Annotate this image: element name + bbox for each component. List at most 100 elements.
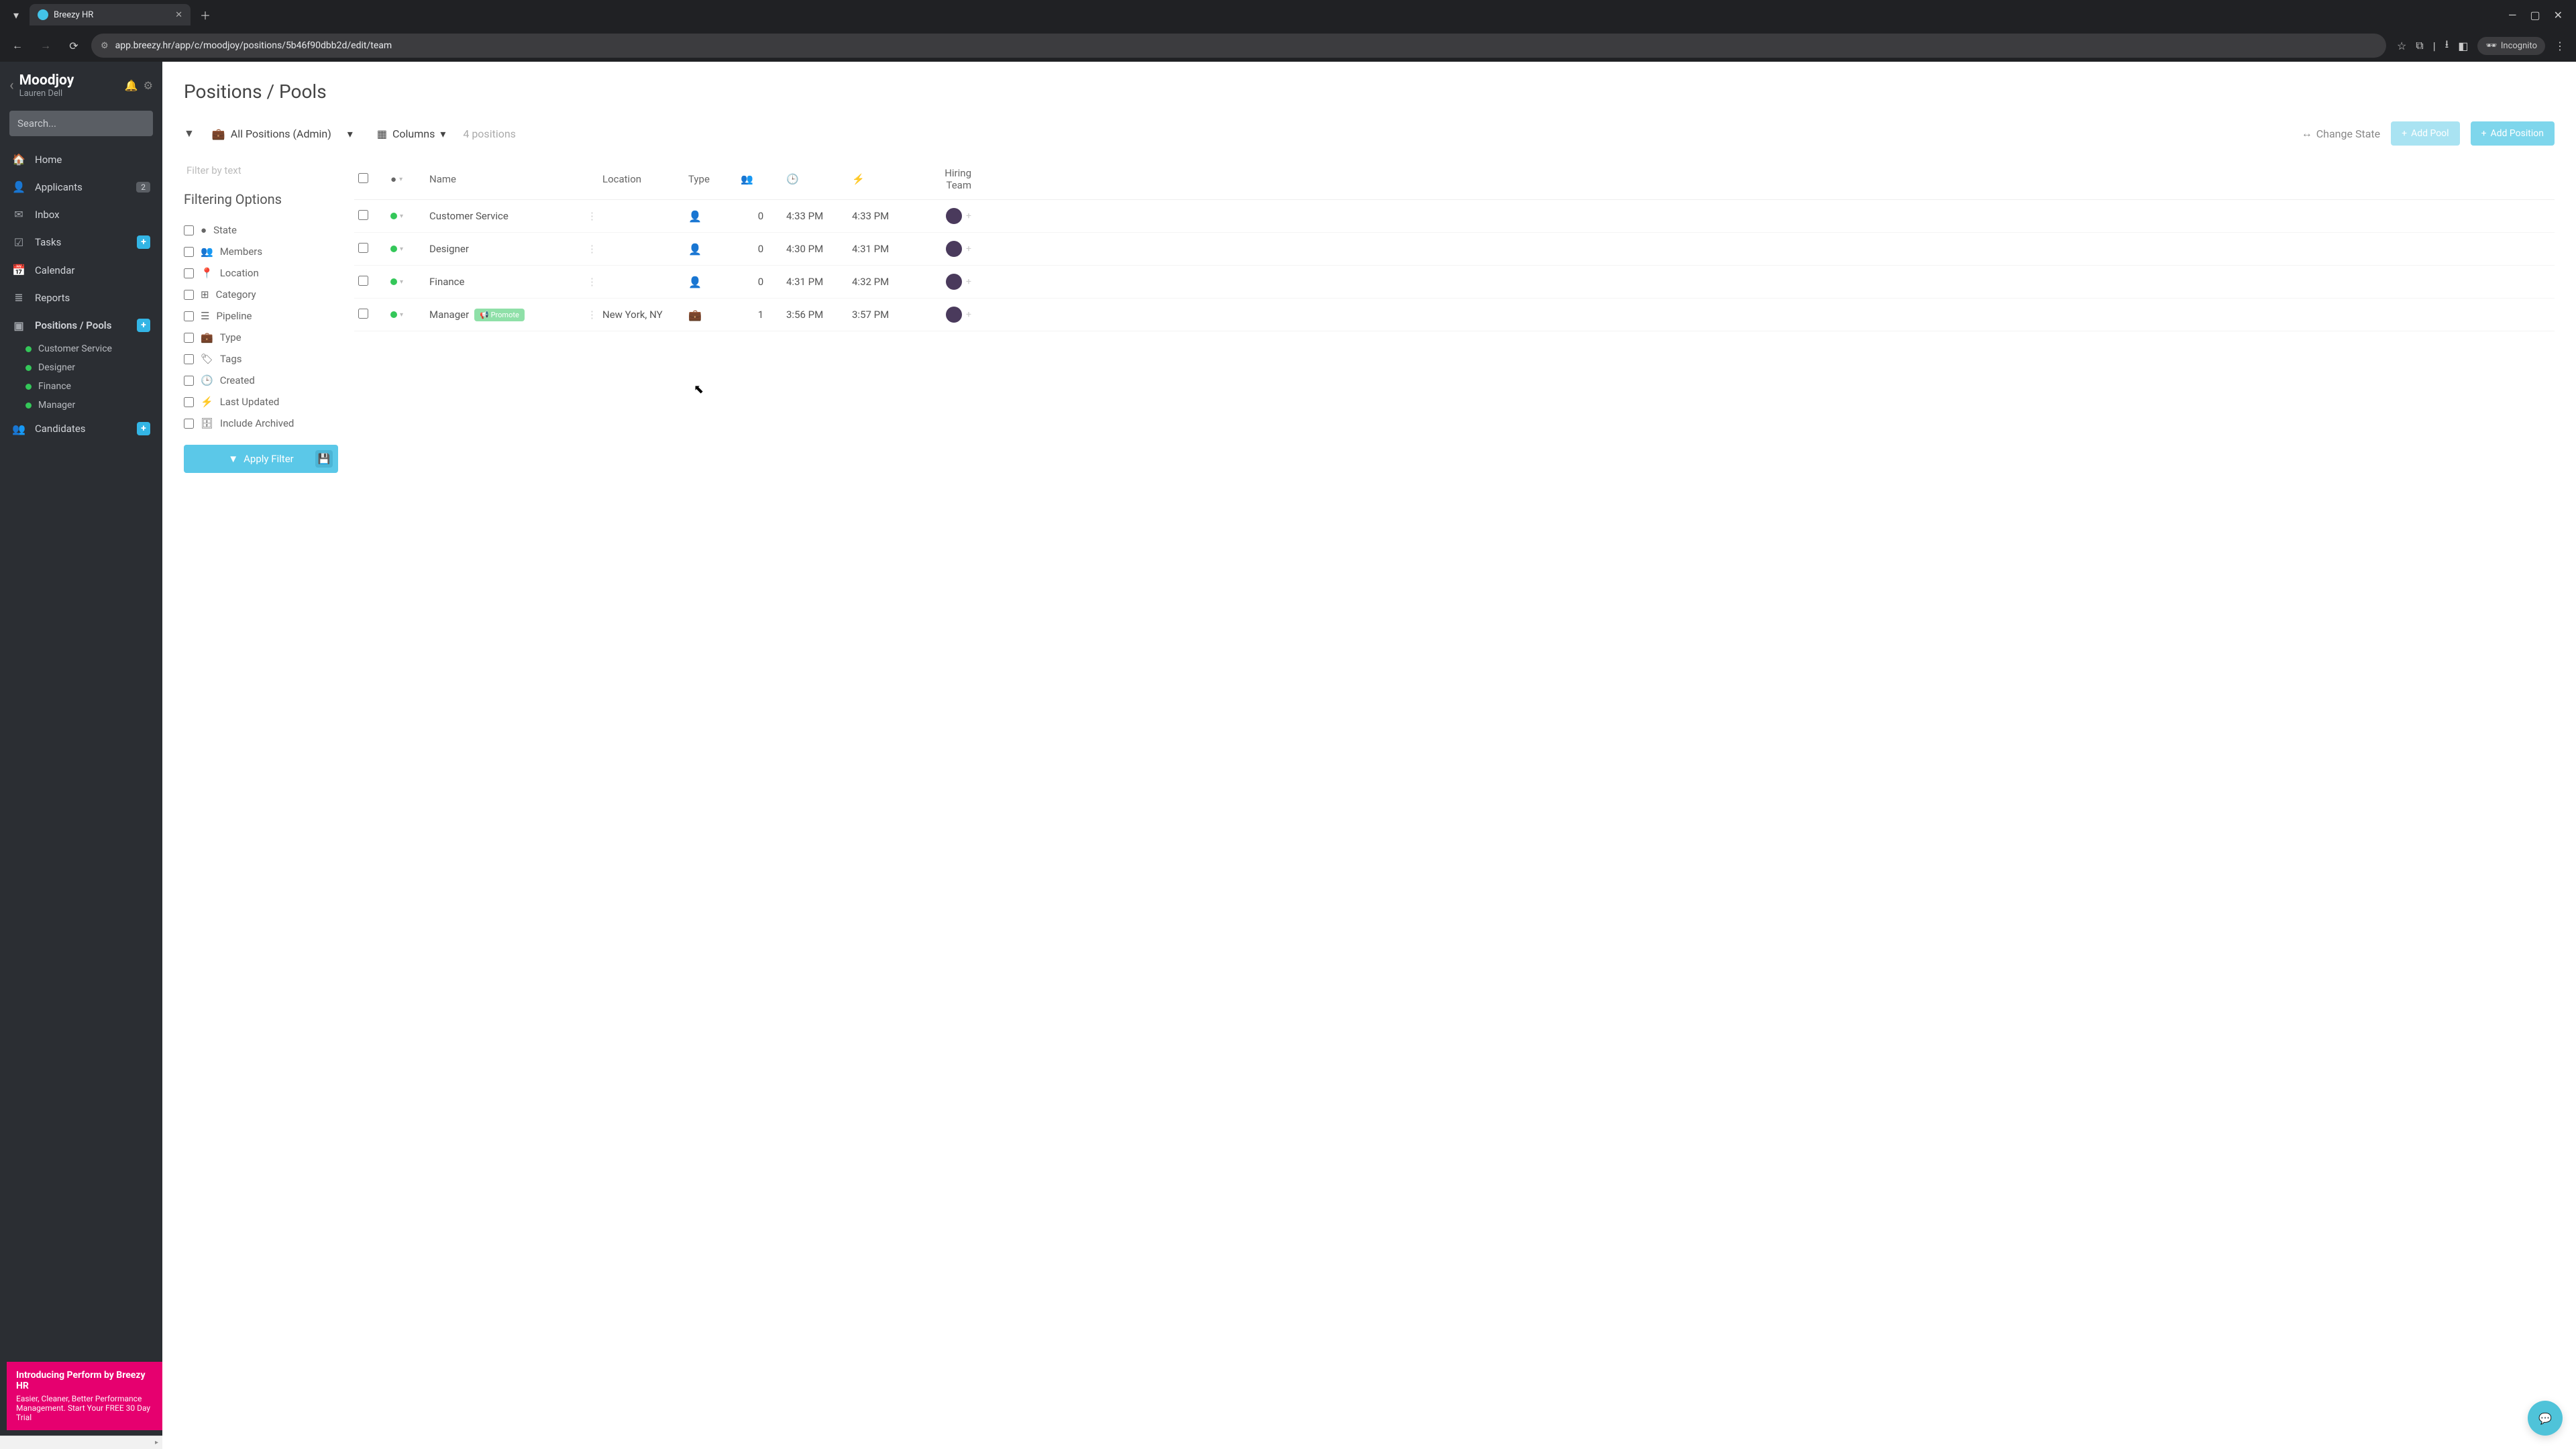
filter-text-input[interactable] xyxy=(184,159,338,182)
close-window-icon[interactable]: ✕ xyxy=(2554,9,2563,21)
add-team-member-icon[interactable]: + xyxy=(966,276,971,287)
filter-archived[interactable]: 🗄Include Archived xyxy=(184,413,338,434)
add-pool-button[interactable]: + Add Pool xyxy=(2391,121,2459,146)
type-column-header[interactable]: Type xyxy=(688,173,735,185)
forward-button[interactable]: → xyxy=(35,35,56,56)
position-sub-finance[interactable]: Finance xyxy=(0,377,162,396)
downloads-icon[interactable]: ⭳ xyxy=(2445,37,2449,55)
add-position-button[interactable]: + Add Position xyxy=(2471,121,2555,146)
filter-pipeline[interactable]: ☰Pipeline xyxy=(184,305,338,327)
add-task-button[interactable]: + xyxy=(137,235,150,249)
nav-inbox[interactable]: ✉ Inbox xyxy=(0,201,162,228)
tab-list-dropdown[interactable]: ▾ xyxy=(5,4,27,25)
table-row[interactable]: ▾ Manager 📢 Promote ⋮ New York, NY 💼 1 3… xyxy=(354,299,2555,331)
name-column-header[interactable]: Name xyxy=(429,173,597,185)
row-created: 3:56 PM xyxy=(786,309,847,321)
filter-members[interactable]: 👥Members xyxy=(184,241,338,262)
filter-state[interactable]: ●State xyxy=(184,219,338,241)
row-created: 4:31 PM xyxy=(786,276,847,288)
nav-positions[interactable]: ▣ Positions / Pools + xyxy=(0,311,162,339)
filter-toggle-icon[interactable]: ▼ xyxy=(184,127,195,140)
row-state[interactable]: ▾ xyxy=(390,246,424,253)
add-team-member-icon[interactable]: + xyxy=(966,309,971,320)
add-position-sidebar-button[interactable]: + xyxy=(137,319,150,332)
state-column-header[interactable]: ● ▾ xyxy=(390,173,424,185)
search-input[interactable]: Search... xyxy=(9,111,153,136)
position-sub-designer[interactable]: Designer xyxy=(0,358,162,377)
chat-widget[interactable]: 💬 xyxy=(2528,1401,2563,1436)
close-tab-icon[interactable]: ✕ xyxy=(175,10,182,20)
browser-tab[interactable]: Breezy HR ✕ xyxy=(30,4,191,25)
filter-location[interactable]: 📍Location xyxy=(184,262,338,284)
select-all-checkbox[interactable] xyxy=(358,173,368,183)
promote-badge[interactable]: 📢 Promote xyxy=(474,309,525,321)
settings-icon[interactable]: ⚙ xyxy=(144,79,153,92)
avatar[interactable] xyxy=(946,274,962,290)
reload-button[interactable]: ⟳ xyxy=(63,35,85,56)
row-menu-icon[interactable]: ⋮ xyxy=(587,243,597,255)
row-checkbox[interactable] xyxy=(358,276,368,286)
add-team-member-icon[interactable]: + xyxy=(966,211,971,221)
notifications-icon[interactable]: 🔔 xyxy=(125,79,138,92)
row-menu-icon[interactable]: ⋮ xyxy=(587,309,597,321)
nav-candidates[interactable]: 👥 Candidates + xyxy=(0,415,162,443)
new-tab-button[interactable]: ＋ xyxy=(196,5,215,24)
positions-scope-dropdown[interactable]: 💼 All Positions (Admin) ▾ xyxy=(205,123,360,144)
save-filter-icon[interactable]: 💾 xyxy=(315,450,333,468)
add-team-member-icon[interactable]: + xyxy=(966,244,971,254)
updated-column-icon[interactable]: ⚡ xyxy=(852,173,912,185)
filter-category[interactable]: ⊞Category xyxy=(184,284,338,305)
table-row[interactable]: ▾ Designer ⋮ 👤 0 4:30 PM 4:31 PM + xyxy=(354,233,2555,266)
filter-tags[interactable]: 🏷Tags xyxy=(184,348,338,370)
maximize-icon[interactable]: ▢ xyxy=(2530,9,2540,21)
add-candidate-button[interactable]: + xyxy=(137,422,150,435)
extensions-icon[interactable]: ⧉ xyxy=(2416,39,2423,52)
nav-reports[interactable]: ≣ Reports xyxy=(0,284,162,311)
row-state[interactable]: ▾ xyxy=(390,278,424,286)
menu-icon[interactable]: ⋮ xyxy=(2555,40,2565,52)
avatar[interactable] xyxy=(946,208,962,224)
row-state[interactable]: ▾ xyxy=(390,213,424,220)
calendar-icon: 📅 xyxy=(12,264,25,276)
incognito-badge[interactable]: 🕶 Incognito xyxy=(2477,37,2545,55)
members-column-icon[interactable]: 👥 xyxy=(741,173,781,185)
horizontal-scrollbar[interactable]: ▸ xyxy=(0,1436,162,1449)
nav-calendar[interactable]: 📅 Calendar xyxy=(0,256,162,284)
status-dot-icon xyxy=(390,213,397,219)
change-state-button[interactable]: ↔ Change State xyxy=(2302,127,2380,140)
avatar[interactable] xyxy=(946,241,962,257)
table-row[interactable]: ▾ Finance ⋮ 👤 0 4:31 PM 4:32 PM + xyxy=(354,266,2555,299)
address-bar[interactable]: ⚙ app.breezy.hr/app/c/moodjoy/positions/… xyxy=(91,34,2386,58)
avatar[interactable] xyxy=(946,307,962,323)
minimize-icon[interactable]: — xyxy=(2508,9,2517,21)
current-user: Lauren Dell xyxy=(19,89,119,99)
position-sub-manager[interactable]: Manager xyxy=(0,396,162,415)
apply-filter-button[interactable]: ▼ Apply Filter 💾 xyxy=(184,445,338,473)
filter-type[interactable]: 💼Type xyxy=(184,327,338,348)
created-column-icon[interactable]: 🕒 xyxy=(786,173,847,185)
row-state[interactable]: ▾ xyxy=(390,311,424,319)
nav-home[interactable]: 🏠 Home xyxy=(0,146,162,173)
back-button[interactable]: ← xyxy=(7,35,28,56)
sidebar-back-icon[interactable]: ‹ xyxy=(9,77,14,94)
position-sub-customer-service[interactable]: Customer Service xyxy=(0,339,162,358)
row-menu-icon[interactable]: ⋮ xyxy=(587,276,597,288)
sidepanel-icon[interactable]: ◧ xyxy=(2458,40,2468,52)
row-checkbox[interactable] xyxy=(358,210,368,220)
row-checkbox[interactable] xyxy=(358,243,368,253)
hiring-team-column-header[interactable]: Hiring Team xyxy=(918,167,971,191)
bookmark-icon[interactable]: ☆ xyxy=(2397,40,2406,52)
table-row[interactable]: ▾ Customer Service ⋮ 👤 0 4:33 PM 4:33 PM… xyxy=(354,200,2555,233)
location-column-header[interactable]: Location xyxy=(602,173,683,185)
row-checkbox[interactable] xyxy=(358,309,368,319)
row-members-count: 1 xyxy=(741,309,781,321)
filter-created[interactable]: 🕒Created xyxy=(184,370,338,391)
swap-icon: ↔ xyxy=(2302,127,2312,140)
filter-updated[interactable]: ⚡Last Updated xyxy=(184,391,338,413)
row-menu-icon[interactable]: ⋮ xyxy=(587,210,597,222)
columns-dropdown[interactable]: ▦ Columns ▾ xyxy=(370,123,453,144)
nav-applicants[interactable]: 👤 Applicants 2 xyxy=(0,173,162,201)
nav-tasks[interactable]: ☑ Tasks + xyxy=(0,228,162,256)
promo-banner[interactable]: Introducing Perform by Breezy HR Easier,… xyxy=(7,1362,162,1430)
site-info-icon[interactable]: ⚙ xyxy=(101,41,109,51)
